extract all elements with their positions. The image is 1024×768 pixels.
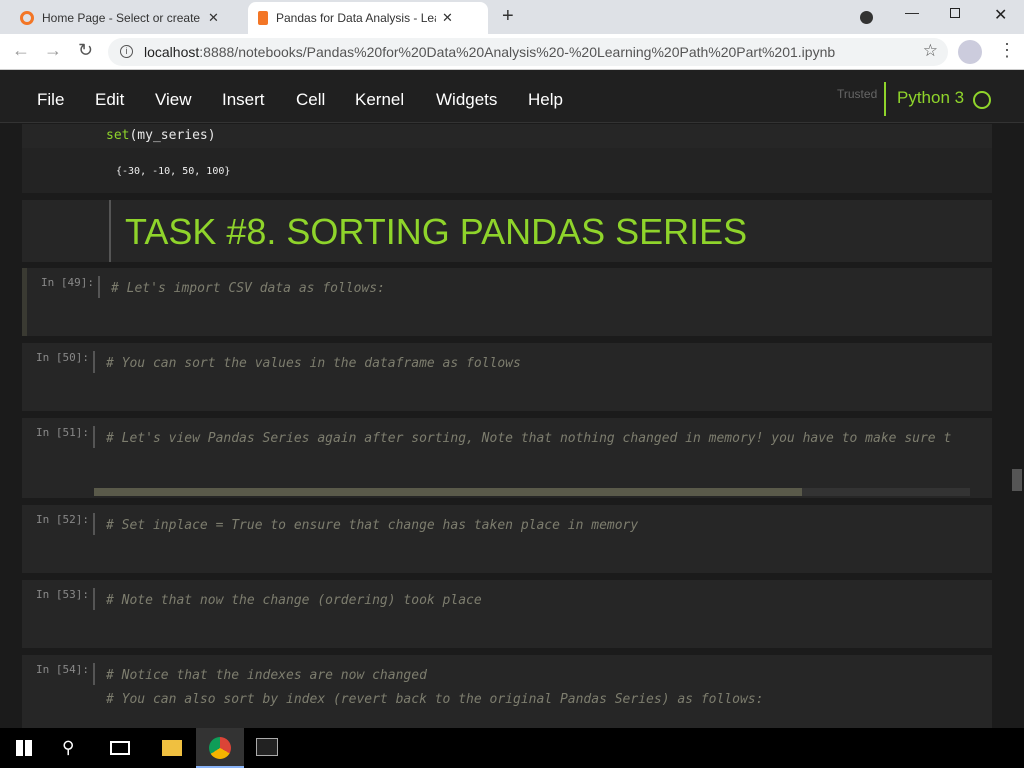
- tab-home[interactable]: Home Page - Select or create a n✕: [10, 2, 229, 34]
- address-bar: ← → ↻ i localhost:8888/notebooks/Pandas%2…: [0, 34, 1024, 70]
- code-cell[interactable]: set(my_series): [22, 124, 992, 148]
- code-line[interactable]: # Let's view Pandas Series again after s…: [106, 431, 951, 446]
- code-cell[interactable]: In [52]: # Set inplace = True to ensure t…: [22, 505, 992, 573]
- restore-button[interactable]: [950, 8, 960, 18]
- kernel-name[interactable]: Python 3: [897, 88, 964, 108]
- bookmark-star-icon[interactable]: ☆: [923, 41, 938, 61]
- code-cell[interactable]: In [49]: # Let's import CSV data as follo…: [22, 268, 992, 336]
- tab-notebook[interactable]: Pandas for Data Analysis - Learni✕: [248, 2, 488, 34]
- cell-prompt: In [52]:: [36, 513, 95, 535]
- notebook-icon: [258, 11, 268, 25]
- kernel-status-icon: [973, 91, 991, 109]
- code-cell[interactable]: In [54]: # Notice that the indexes are no…: [22, 655, 992, 728]
- more-menu-icon[interactable]: ⋮: [998, 40, 1016, 61]
- cell-code[interactable]: set(my_series): [106, 128, 216, 144]
- menu-cell[interactable]: Cell: [296, 90, 325, 110]
- close-tab-icon[interactable]: ✕: [208, 10, 219, 26]
- cell-prompt: In [53]:: [36, 588, 95, 610]
- file-explorer-icon[interactable]: [162, 740, 182, 756]
- chrome-icon[interactable]: [196, 728, 244, 768]
- menu-file[interactable]: File: [37, 90, 64, 110]
- jupyter-icon: [20, 11, 34, 25]
- tab-strip: Home Page - Select or create a n✕ Pandas…: [0, 0, 1024, 34]
- code-line[interactable]: # You can also sort by index (revert bac…: [106, 692, 763, 707]
- taskbar: ⚲: [0, 728, 1024, 768]
- code-cell[interactable]: In [51]: # Let's view Pandas Series again…: [22, 418, 992, 498]
- reload-icon[interactable]: ↻: [78, 40, 93, 61]
- cell-prompt: In [54]:: [36, 663, 95, 685]
- menu-help[interactable]: Help: [528, 90, 563, 110]
- profile-menu-icon[interactable]: [860, 11, 873, 24]
- new-tab-button[interactable]: +: [502, 5, 514, 28]
- code-line[interactable]: # You can sort the values in the datafra…: [106, 356, 521, 371]
- markdown-cell[interactable]: TASK #8. SORTING PANDAS SERIES: [22, 200, 992, 262]
- code-cell[interactable]: In [53]: # Note that now the change (orde…: [22, 580, 992, 648]
- menu-kernel[interactable]: Kernel: [355, 90, 404, 110]
- section-heading: TASK #8. SORTING PANDAS SERIES: [125, 211, 748, 252]
- task-view-icon[interactable]: [110, 741, 130, 755]
- cell-prompt: In [51]:: [36, 426, 95, 448]
- minimize-button[interactable]: —: [905, 4, 919, 20]
- scrollbar-thumb[interactable]: [94, 488, 802, 496]
- cell-prompt: In [49]:: [41, 276, 100, 298]
- output-cell: {-30, -10, 50, 100}: [22, 148, 992, 193]
- notebook-container: set(my_series) {-30, -10, 50, 100} TASK …: [0, 124, 1010, 728]
- code-line[interactable]: # Let's import CSV data as follows:: [111, 281, 385, 296]
- cell-output: {-30, -10, 50, 100}: [116, 166, 231, 177]
- windows-start-icon[interactable]: [16, 740, 32, 756]
- menu-insert[interactable]: Insert: [222, 90, 265, 110]
- code-cell[interactable]: In [50]: # You can sort the values in the…: [22, 343, 992, 411]
- info-icon: i: [120, 45, 133, 58]
- trusted-indicator[interactable]: Trusted: [837, 87, 877, 101]
- code-line[interactable]: # Set inplace = True to ensure that chan…: [106, 518, 638, 533]
- back-icon[interactable]: ←: [12, 40, 30, 61]
- scrollbar-thumb[interactable]: [1012, 469, 1022, 491]
- vertical-scrollbar[interactable]: [1010, 124, 1024, 728]
- cell-prompt: In [50]:: [36, 351, 95, 373]
- terminal-icon[interactable]: [256, 738, 278, 756]
- close-window-button[interactable]: ✕: [994, 5, 1007, 25]
- cell-border: [109, 200, 111, 262]
- horizontal-scrollbar[interactable]: [94, 488, 970, 496]
- notebook-menubar: File Edit View Insert Cell Kernel Widget…: [0, 70, 1024, 123]
- url-input[interactable]: i localhost:8888/notebooks/Pandas%20for%2…: [108, 38, 948, 66]
- code-line[interactable]: # Note that now the change (ordering) to…: [106, 593, 482, 608]
- menu-edit[interactable]: Edit: [95, 90, 124, 110]
- menu-view[interactable]: View: [155, 90, 192, 110]
- forward-icon[interactable]: →: [44, 40, 62, 61]
- divider: [884, 82, 886, 116]
- code-line[interactable]: # Notice that the indexes are now change…: [106, 668, 427, 683]
- account-avatar[interactable]: [958, 40, 982, 64]
- close-tab-icon[interactable]: ✕: [442, 10, 453, 26]
- search-icon[interactable]: ⚲: [62, 738, 74, 758]
- menu-widgets[interactable]: Widgets: [436, 90, 497, 110]
